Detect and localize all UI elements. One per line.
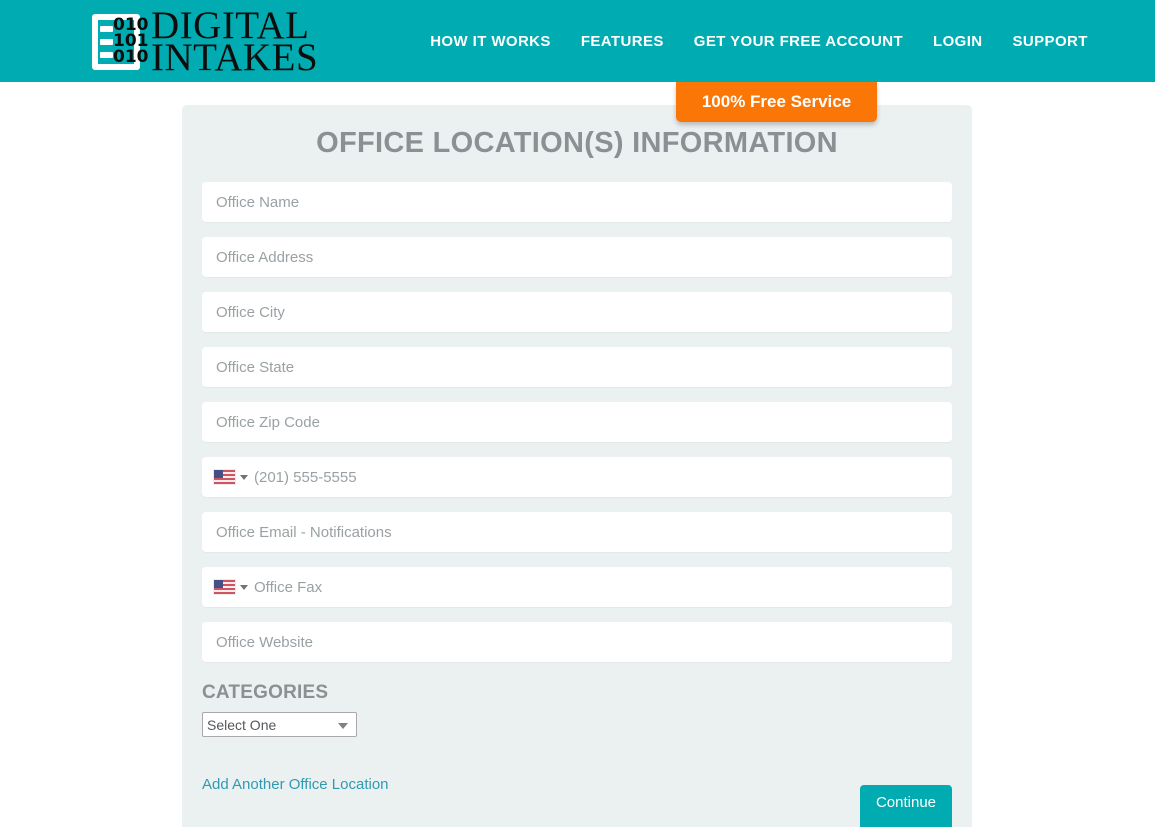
clipboard-binary-logo-icon: 010 101 010 <box>88 11 149 72</box>
office-name-input[interactable] <box>202 182 952 222</box>
category-select[interactable]: Select One <box>202 712 357 737</box>
logo-tab-2 <box>100 38 113 45</box>
office-state-field[interactable] <box>202 347 952 387</box>
office-address-input[interactable] <box>202 237 952 277</box>
nav-how-it-works[interactable]: HOW IT WORKS <box>430 33 551 50</box>
category-select-wrap: Select One <box>202 712 972 737</box>
office-location-form-panel: OFFICE LOCATION(S) INFORMATION Office Na… <box>182 105 972 827</box>
office-website-field[interactable] <box>202 622 952 662</box>
nav-get-free-account[interactable]: GET YOUR FREE ACCOUNT <box>694 33 903 50</box>
logo-binary-digits: 010 101 010 <box>113 16 149 67</box>
brand-wordmark: DIGITAL INTAKES <box>151 6 319 79</box>
office-address-field[interactable] <box>202 237 952 277</box>
office-fax-field[interactable] <box>202 567 952 607</box>
us-flag-icon <box>214 470 235 484</box>
logo-tab-1 <box>100 25 113 32</box>
category-select-shell: Select One <box>202 712 357 737</box>
office-state-input[interactable] <box>202 347 952 387</box>
office-fax-input[interactable] <box>202 567 952 607</box>
office-email-field[interactable] <box>202 512 952 552</box>
flag-canton <box>214 470 223 478</box>
chevron-down-icon <box>240 584 248 590</box>
office-phone-input[interactable] <box>202 457 952 497</box>
office-city-field[interactable] <box>202 292 952 332</box>
fax-country-selector[interactable] <box>214 567 248 607</box>
office-phone-field[interactable] <box>202 457 952 497</box>
site-header: 010 101 010 DIGITAL INTAKES HOW IT WORKS… <box>0 0 1155 122</box>
nav-login[interactable]: LOGIN <box>933 33 983 50</box>
logo-bits-line-3: 010 <box>113 46 149 67</box>
nav-features[interactable]: FEATURES <box>581 33 664 50</box>
office-city-input[interactable] <box>202 292 952 332</box>
form-actions: Continue <box>860 785 952 827</box>
categories-heading: CATEGORIES <box>202 682 329 703</box>
flag-canton <box>214 580 223 588</box>
chevron-down-icon <box>240 474 248 480</box>
office-name-field[interactable] <box>202 182 952 222</box>
office-email-input[interactable] <box>202 512 952 552</box>
office-website-input[interactable] <box>202 622 952 662</box>
logo-tab-3 <box>100 51 113 58</box>
office-zip-code-field[interactable] <box>202 402 952 442</box>
phone-country-selector[interactable] <box>214 457 248 497</box>
form-fields-list <box>202 182 952 662</box>
nav-support[interactable]: SUPPORT <box>1013 33 1088 50</box>
add-another-office-location-link[interactable]: Add Another Office Location <box>202 776 389 793</box>
us-flag-icon <box>214 580 235 594</box>
free-service-badge: 100% Free Service <box>676 82 877 122</box>
brand-word-line-2: INTAKES <box>151 36 319 79</box>
brand-logo[interactable]: 010 101 010 DIGITAL INTAKES <box>88 6 319 79</box>
continue-button[interactable]: Continue <box>860 785 952 827</box>
main-navigation: HOW IT WORKS FEATURES GET YOUR FREE ACCO… <box>430 33 1088 50</box>
office-zip-code-input[interactable] <box>202 402 952 442</box>
page-body: OFFICE LOCATION(S) INFORMATION Office Na… <box>0 82 1155 827</box>
